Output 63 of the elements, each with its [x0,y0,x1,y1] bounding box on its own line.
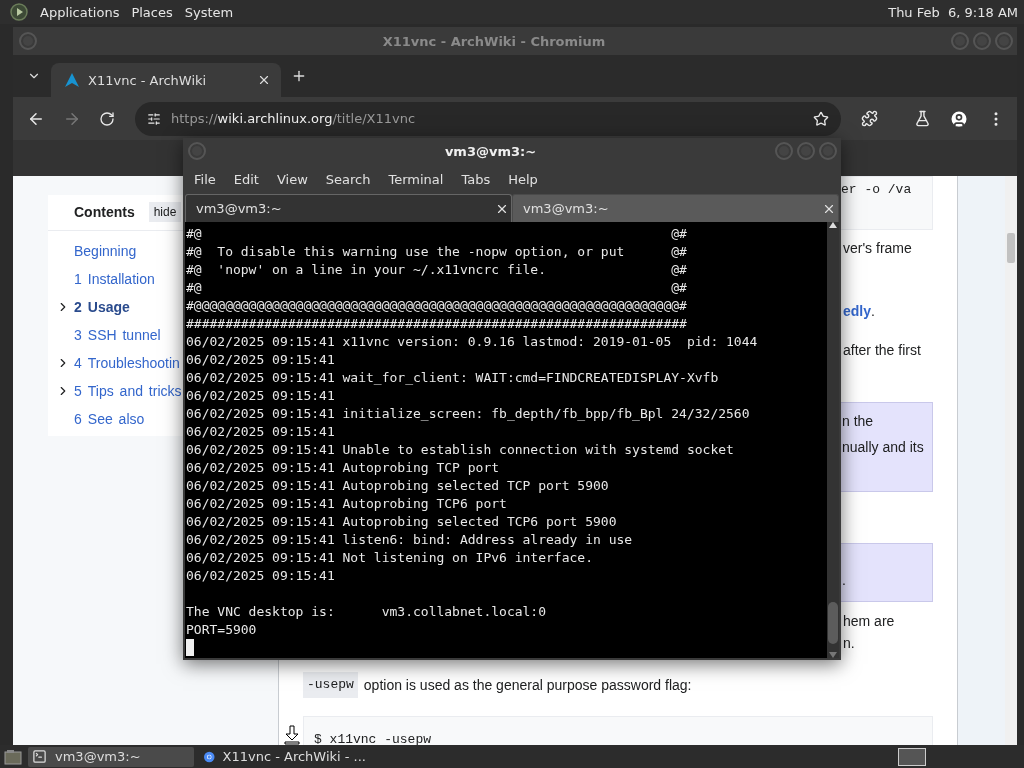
terminal-line: 06/02/2025 09:15:41 [186,351,336,369]
reload-icon[interactable] [99,110,115,127]
scroll-thumb[interactable] [828,602,838,644]
contents-link[interactable]: 1 Installation [74,271,155,287]
window-title: X11vnc - ArchWiki - Chromium [381,33,607,49]
terminal-icon [32,749,47,764]
scroll-thumb[interactable] [1007,233,1015,263]
profile-icon[interactable] [949,108,969,129]
hide-button[interactable]: hide [148,202,182,222]
terminal-line: PORT=5900 [186,621,258,639]
extensions-icon[interactable] [861,110,878,127]
contents-title: Contents [74,203,135,222]
paragraph-text: n. [843,634,855,653]
terminal-line: 06/02/2025 09:15:41 [186,387,336,405]
contents-link[interactable]: 6 See also [74,411,145,427]
contents-link[interactable]: 5 Tips and tricks [74,383,182,399]
terminal-line: #@ 'nopw' on a line in your ~/.x11vncrc file. @# [186,261,688,279]
bookmark-star-icon[interactable] [813,110,829,127]
browser-tab[interactable]: X11vnc - ArchWiki [51,63,281,97]
url-text: https://wiki.archlinux.org/title/X11vnc [171,111,417,126]
panel-menu[interactable]: System [184,4,234,20]
flask-icon[interactable] [914,110,931,127]
paragraph-text: edly. [843,302,875,321]
panel-menu[interactable]: Places [131,4,173,20]
paragraph-text: option is used as the general purpose password flag: [363,676,692,695]
contents-link[interactable]: 2 Usage [74,299,130,315]
menu-item[interactable]: File [185,171,225,187]
contents-link[interactable]: 3 SSH tunnel [74,327,161,343]
terminal-line: #@@@@@@@@@@@@@@@@@@@@@@@@@@@@@@@@@@@@@@@@@@@@@@@@@@@@@@@@@@@@@@# [186,297,688,315]
scrollbar[interactable] [827,222,839,658]
menu-item[interactable]: Edit [224,171,268,187]
terminal-tab[interactable]: vm3@vm3:~ [512,194,839,222]
terminal-line: 06/02/2025 09:15:41 wait_for_client: WAIT:cmd=FINDCREATEDISPLAY-Xvfb [186,369,720,387]
arch-logo-icon [65,73,79,87]
taskbar-button[interactable]: X11vnc - ArchWiki - ... [200,746,366,767]
menu-logo-icon[interactable] [10,3,28,21]
address-bar[interactable]: https://wiki.archlinux.org/title/X11vnc [135,101,841,136]
terminal-line: ################################################################ [186,315,688,333]
new-tab-icon[interactable] [291,68,307,84]
site-settings-icon[interactable] [147,111,161,126]
terminal-line: 06/02/2025 09:15:41 Autoprobing TCP6 port [186,495,508,513]
terminal-line: 06/02/2025 09:15:41 Autoprobing selected TCP6 port 5900 [186,513,618,531]
workspace-switcher[interactable] [898,747,926,766]
code-block: $ x11vnc -usepw [303,716,933,745]
paragraph-text: after the first [843,341,921,360]
show-desktop-icon[interactable] [4,748,22,765]
contents-link[interactable]: Beginning [74,243,137,259]
clock: Thu Feb 6, 9:18 AM [888,4,1018,20]
terminal-line: 06/02/2025 09:15:41 x11vnc version: 0.9.16 lastmod: 2019-01-05 pid: 1044 [186,333,759,351]
close-icon[interactable] [257,73,271,87]
paragraph-text: ver's frame [843,239,912,258]
inline-code: -usepw [303,672,358,698]
contents-link[interactable]: 4 Troubleshootin [74,355,180,371]
panel-menu[interactable]: Applications [40,4,120,20]
terminal-line: #@ To disable this warning use the -nopw option, or put @# [186,243,688,261]
scrollbar[interactable] [1005,176,1017,745]
terminal-tab[interactable]: vm3@vm3:~ [185,194,512,222]
window-title: vm3@vm3:~ [443,143,538,159]
terminal-line: #@ @# [186,279,688,297]
taskbar-button[interactable]: vm3@vm3:~ [28,746,194,767]
terminal-line: The VNC desktop is: vm3.collabnet.local:0 [186,603,548,621]
scroll-down-icon[interactable] [829,652,837,658]
paragraph-text: hem are [843,612,895,631]
